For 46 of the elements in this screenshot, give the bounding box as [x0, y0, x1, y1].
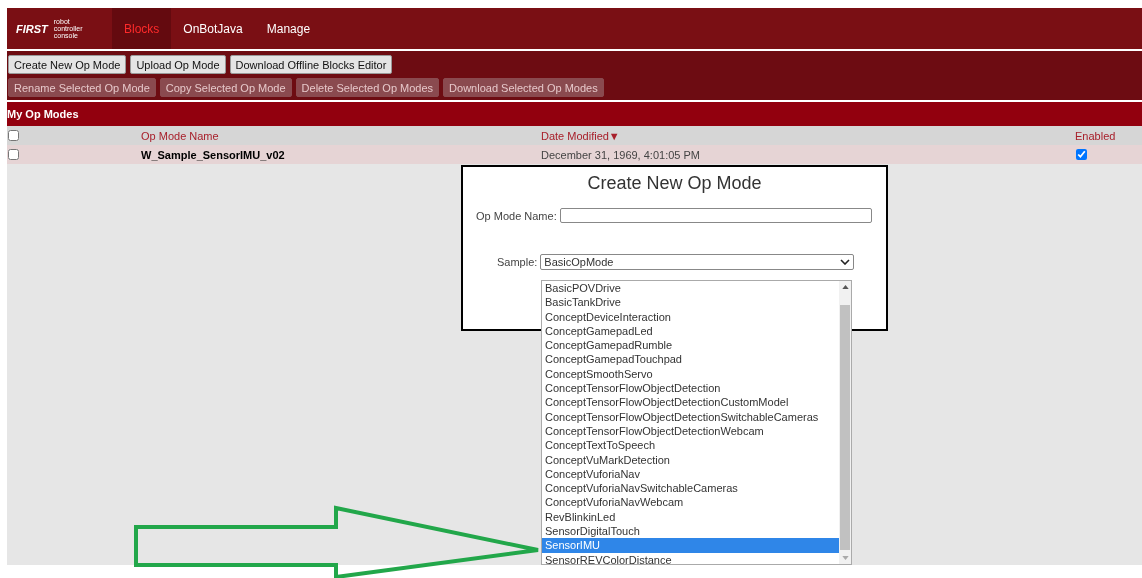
toolbar-button[interactable]: Download Offline Blocks Editor: [229, 55, 393, 74]
enabled-checkbox[interactable]: [1076, 149, 1087, 160]
dropdown-option[interactable]: BasicTankDrive: [542, 295, 839, 310]
date-modified: December 31, 1969, 4:01:05 PM: [541, 148, 701, 161]
dropdown-option[interactable]: BasicPOVDrive: [542, 281, 839, 296]
nav-tab[interactable]: OnBotJava: [171, 8, 255, 49]
toolbar-button[interactable]: Create New Op Mode: [8, 55, 127, 74]
dropdown-option[interactable]: ConceptGamepadLed: [542, 323, 839, 339]
logo-text: FIRST: [16, 22, 48, 35]
column-header[interactable]: Date Modified▼: [541, 129, 1075, 142]
op-mode-name: W_Sample_SensorIMU_v02: [141, 148, 286, 161]
dropdown-option[interactable]: ConceptTensorFlowObjectDetectionWebcam: [542, 423, 839, 439]
dropdown-option[interactable]: ConceptTensorFlowObjectDetectionCustomModel: [542, 395, 839, 410]
dropdown-option[interactable]: ConceptGamepadRumble: [542, 338, 839, 353]
dropdown-option[interactable]: ConceptTextToSpeech: [542, 438, 839, 453]
select-all-checkbox[interactable]: [8, 130, 19, 141]
field-label: Op Mode Name:: [476, 209, 557, 222]
dropdown-option[interactable]: ConceptVuforiaNavWebcam: [542, 495, 839, 510]
sample-dropdown[interactable]: BasicOpMode: [540, 254, 855, 270]
dropdown-option[interactable]: ConceptVuMarkDetection: [542, 452, 839, 467]
scroll-up-icon: [841, 285, 849, 289]
column-header[interactable]: Op Mode Name: [141, 129, 541, 142]
chevron-down-icon: [840, 259, 851, 265]
nav-tab[interactable]: Blocks: [112, 8, 172, 49]
row-checkbox[interactable]: [8, 149, 19, 160]
dropdown-option[interactable]: SensorIMU: [542, 538, 839, 553]
dropdown-option[interactable]: ConceptTensorFlowObjectDetectionSwitchableCameras: [542, 409, 839, 424]
dropdown-option[interactable]: ConceptSmoothServo: [542, 366, 839, 382]
dropdown-option[interactable]: RevBlinkinLed: [542, 509, 839, 525]
nav-tab[interactable]: Manage: [254, 8, 323, 49]
op-mode-name-field[interactable]: [559, 208, 872, 223]
dropdown-option[interactable]: ConceptVuforiaNav: [542, 466, 839, 482]
dropdown-option[interactable]: ConceptVuforiaNavSwitchableCameras: [542, 481, 839, 496]
toolbar-button[interactable]: Upload Op Mode: [130, 55, 226, 74]
dropdown-option[interactable]: SensorDigitalTouch: [542, 524, 839, 539]
dropdown-option[interactable]: ConceptTensorFlowObjectDetection: [542, 381, 839, 396]
field-label: Sample:: [497, 256, 538, 268]
scrollbar[interactable]: [839, 281, 851, 564]
dropdown-option[interactable]: SensorREVColorDistance: [542, 552, 839, 564]
table-row[interactable]: W_Sample_SensorIMU_v02 December 31, 1969, 4:01:05 PM: [7, 145, 1142, 164]
dropdown-option[interactable]: ConceptGamepadTouchpad: [542, 352, 839, 367]
dialog-title: Create New Op Mode: [586, 173, 763, 194]
section-title: My Op Modes: [7, 102, 1142, 126]
dropdown-option[interactable]: ConceptDeviceInteraction: [542, 309, 839, 324]
column-header[interactable]: Enabled: [1075, 129, 1135, 142]
scroll-down-icon: [841, 556, 849, 560]
